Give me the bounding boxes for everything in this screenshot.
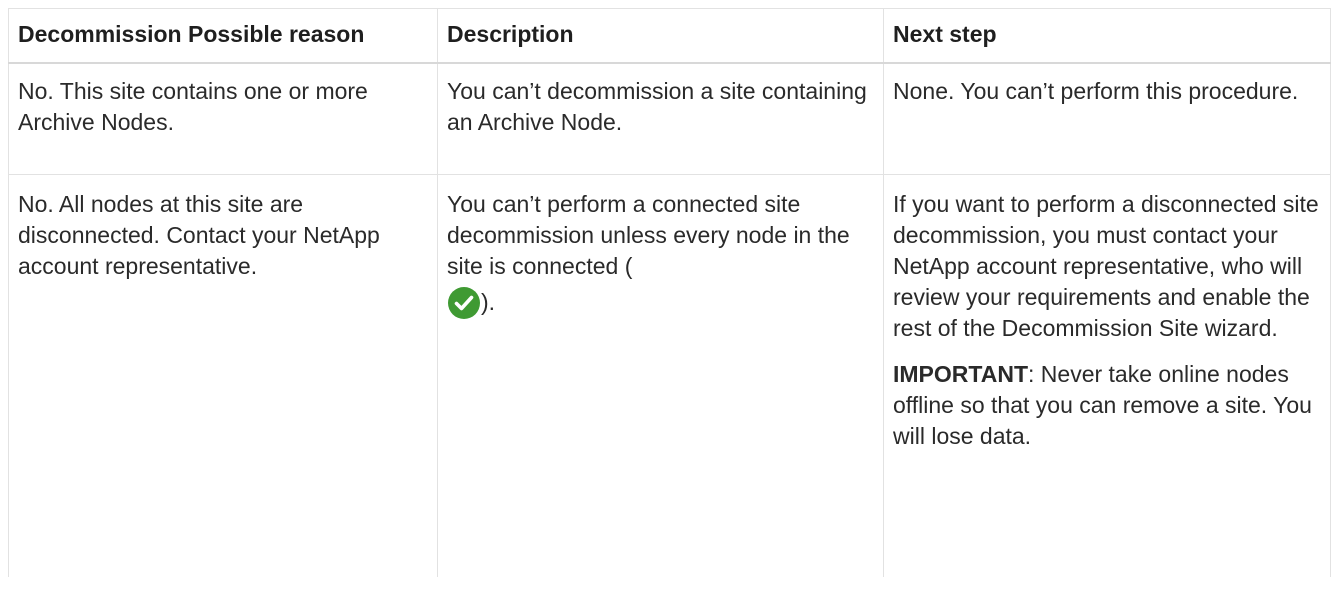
header-decommission-possible-reason: Decommission Possible reason xyxy=(8,8,438,64)
header-next-step: Next step xyxy=(883,8,1331,64)
next-step-cell: If you want to perform a disconnected si… xyxy=(883,174,1331,577)
next-step-paragraph: If you want to perform a disconnected si… xyxy=(893,191,1319,341)
header-description: Description xyxy=(437,8,884,64)
description-cell: You can’t decommission a site containing… xyxy=(437,62,884,175)
decommission-reasons-table: Decommission Possible reason Description… xyxy=(8,8,1331,577)
next-step-cell: None. You can’t perform this procedure. xyxy=(883,62,1331,175)
table-row: No. All nodes at this site are disconnec… xyxy=(8,174,1331,577)
description-text-before-icon: You can’t perform a connected site decom… xyxy=(447,191,850,279)
table-row: No. This site contains one or more Archi… xyxy=(8,62,1331,175)
description-text-after-icon: ). xyxy=(481,289,496,315)
important-note: IMPORTANT: Never take online nodes offli… xyxy=(893,359,1321,452)
reason-cell: No. This site contains one or more Archi… xyxy=(8,62,438,175)
header-row: Decommission Possible reason Description… xyxy=(8,8,1331,64)
table-header: Decommission Possible reason Description… xyxy=(8,8,1331,64)
important-label: IMPORTANT xyxy=(893,361,1029,387)
connected-check-icon xyxy=(448,287,480,319)
table-body: No. This site contains one or more Archi… xyxy=(8,62,1331,577)
reason-cell: No. All nodes at this site are disconnec… xyxy=(8,174,438,577)
description-cell: You can’t perform a connected site decom… xyxy=(437,174,884,577)
